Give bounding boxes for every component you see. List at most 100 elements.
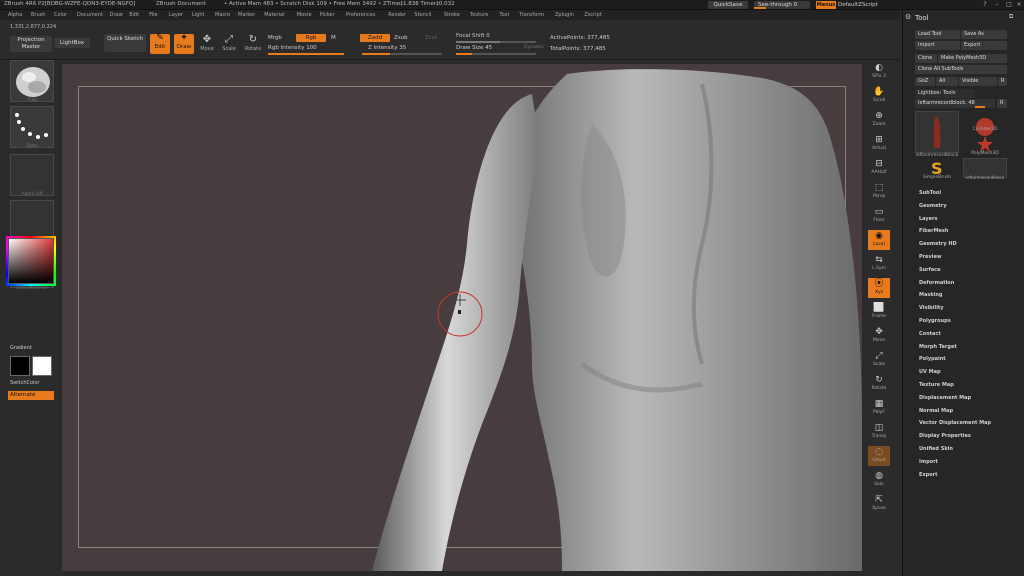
stroke-selector[interactable] xyxy=(10,106,54,148)
z-intensity-slider[interactable]: Z Intensity 35 xyxy=(368,45,406,51)
subpalette-morph-target[interactable]: Morph Target xyxy=(919,344,957,350)
main-color-swatch[interactable] xyxy=(10,356,30,376)
rotate-button[interactable]: ↻ Rotate xyxy=(244,34,262,54)
menu-stroke[interactable]: Stroke xyxy=(444,12,460,18)
z-intensity-track[interactable] xyxy=(362,53,442,55)
dynamic-toggle[interactable]: Dynamic xyxy=(524,45,544,50)
menu-alpha[interactable]: Alpha xyxy=(8,12,22,18)
quicksave-button[interactable]: QuickSave xyxy=(708,1,748,9)
goz-r-button[interactable]: R xyxy=(998,77,1007,86)
current-tool-slider[interactable]: leftarmrecordblock. 48 xyxy=(915,99,995,108)
subpalette-normal-map[interactable]: Normal Map xyxy=(919,408,953,414)
menu-file[interactable]: File xyxy=(149,12,157,18)
shelf-zoom-button[interactable]: ⊕ Zoom xyxy=(868,110,890,130)
shelf-ghost-button[interactable]: ◌ Ghost xyxy=(868,446,890,466)
clone-all-subtools-button[interactable]: Clone All SubTools xyxy=(915,65,1007,74)
move-button[interactable]: ✥ Move xyxy=(198,34,216,54)
gear-icon[interactable]: ⚙ xyxy=(905,13,911,21)
subpalette-geometry-hd[interactable]: Geometry HD xyxy=(919,241,957,247)
shelf-rotate-button[interactable]: ↻ Rotate xyxy=(868,374,890,394)
subpalette-deformation[interactable]: Deformation xyxy=(919,280,954,286)
menu-zscript[interactable]: Zscript xyxy=(584,12,601,18)
menu-document[interactable]: Document xyxy=(77,12,103,18)
menu-layer[interactable]: Layer xyxy=(169,12,183,18)
menu-light[interactable]: Light xyxy=(192,12,204,18)
subpalette-visibility[interactable]: Visibility xyxy=(919,305,944,311)
rgb-toggle[interactable]: Rgb xyxy=(296,34,326,42)
menu-edit[interactable]: Edit xyxy=(129,12,139,18)
goz-all-button[interactable]: All xyxy=(936,77,958,86)
menu-picker[interactable]: Picker xyxy=(320,12,335,18)
menu-marker[interactable]: Marker xyxy=(238,12,255,18)
close-icon[interactable]: × xyxy=(1014,1,1024,9)
shelf-spix-3-button[interactable]: ◐ SPix 3 xyxy=(868,62,890,82)
shelf-local-button[interactable]: ◉ Local xyxy=(868,230,890,250)
subpalette-texture-map[interactable]: Texture Map xyxy=(919,382,954,388)
subpalette-import[interactable]: Import xyxy=(919,459,938,465)
quick-sketch-button[interactable]: Quick Sketch xyxy=(104,34,146,52)
zcut-toggle[interactable]: Zcut xyxy=(425,35,437,41)
edit-button[interactable]: ✎ Edit xyxy=(150,34,170,54)
subpalette-preview[interactable]: Preview xyxy=(919,254,942,260)
shelf-transp-button[interactable]: ◫ Transp xyxy=(868,422,890,442)
zadd-toggle[interactable]: Zadd xyxy=(360,34,390,42)
zsub-toggle[interactable]: Zsub xyxy=(394,35,408,41)
subpalette-display-properties[interactable]: Display Properties xyxy=(919,433,971,439)
subpalette-vector-displacement-map[interactable]: Vector Displacement Map xyxy=(919,420,991,426)
shelf-solo-button[interactable]: ◍ Solo xyxy=(868,470,890,490)
shelf-persp-button[interactable]: ⬚ Persp xyxy=(868,182,890,202)
clone-button[interactable]: Clone xyxy=(915,54,937,63)
scale-button[interactable]: ⤢ Scale xyxy=(220,34,238,54)
subpalette-subtool[interactable]: SubTool xyxy=(919,190,941,196)
subpalette-layers[interactable]: Layers xyxy=(919,216,938,222)
menu-tool[interactable]: Tool xyxy=(499,12,509,18)
see-through-slider[interactable]: See-through 0 xyxy=(754,1,810,9)
subpalette-masking[interactable]: Masking xyxy=(919,292,943,298)
shelf-xpose-button[interactable]: ⇱ Xpose xyxy=(868,494,890,514)
subpalette-fibermesh[interactable]: FiberMesh xyxy=(919,228,948,234)
save-as-button[interactable]: Save As xyxy=(961,30,1007,39)
color-picker[interactable] xyxy=(8,238,54,284)
switch-color-button[interactable]: SwitchColor xyxy=(10,380,40,386)
menu-texture[interactable]: Texture xyxy=(470,12,488,18)
menu-material[interactable]: Material xyxy=(264,12,284,18)
minimize-icon[interactable]: – xyxy=(992,1,1002,9)
make-polymesh3d-button[interactable]: Make PolyMesh3D xyxy=(938,54,1007,63)
alpha-selector[interactable] xyxy=(10,154,54,196)
load-tool-button[interactable]: Load Tool xyxy=(915,30,960,39)
goz-visible-button[interactable]: Visible xyxy=(959,77,997,86)
menu-movie[interactable]: Movie xyxy=(297,12,312,18)
alternate-button[interactable]: Alternate xyxy=(8,391,54,400)
lightbox-tools-button[interactable]: Lightbox› Tools xyxy=(915,89,975,98)
menu-stencil[interactable]: Stencil xyxy=(414,12,431,18)
shelf-polyf-button[interactable]: ▦ PolyF xyxy=(868,398,890,418)
help-icon[interactable]: ? xyxy=(980,1,990,9)
tool-thumb-leftarm[interactable] xyxy=(915,111,959,153)
menu-transform[interactable]: Transform xyxy=(519,12,544,18)
lightbox-button[interactable]: LightBox xyxy=(54,38,90,48)
focal-shift-track[interactable] xyxy=(456,41,536,43)
document-canvas[interactable] xyxy=(62,64,862,571)
subpalette-surface[interactable]: Surface xyxy=(919,267,941,273)
shelf-move-button[interactable]: ✥ Move xyxy=(868,326,890,346)
gradient-toggle[interactable]: Gradient xyxy=(10,345,32,351)
menu-macro[interactable]: Macro xyxy=(215,12,230,18)
projection-master-button[interactable]: Projection Master xyxy=(10,36,52,52)
m-toggle[interactable]: M xyxy=(331,35,336,41)
subpalette-polypaint[interactable]: Polypaint xyxy=(919,356,946,362)
shelf-xyz-button[interactable]: ⦿ Xyz xyxy=(868,278,890,298)
draw-button[interactable]: ✦ Draw xyxy=(174,34,194,54)
rgb-intensity-slider[interactable]: Rgb Intensity 100 xyxy=(268,45,317,51)
brush-selector[interactable] xyxy=(10,60,54,102)
shelf-floor-button[interactable]: ▭ Floor xyxy=(868,206,890,226)
menu-zplugin[interactable]: Zplugin xyxy=(555,12,574,18)
shelf-aahalf-button[interactable]: ⊟ AAHalf xyxy=(868,158,890,178)
menus-button[interactable]: Menus xyxy=(816,1,836,9)
menu-color[interactable]: Color xyxy=(54,12,67,18)
menu-draw[interactable]: Draw xyxy=(110,12,123,18)
export-button[interactable]: Export xyxy=(961,41,1007,50)
mrgb-toggle[interactable]: Mrgb xyxy=(268,35,282,41)
menu-brush[interactable]: Brush xyxy=(31,12,45,18)
menu-preferences[interactable]: Preferences xyxy=(346,12,375,18)
draw-size-track[interactable] xyxy=(456,53,536,55)
